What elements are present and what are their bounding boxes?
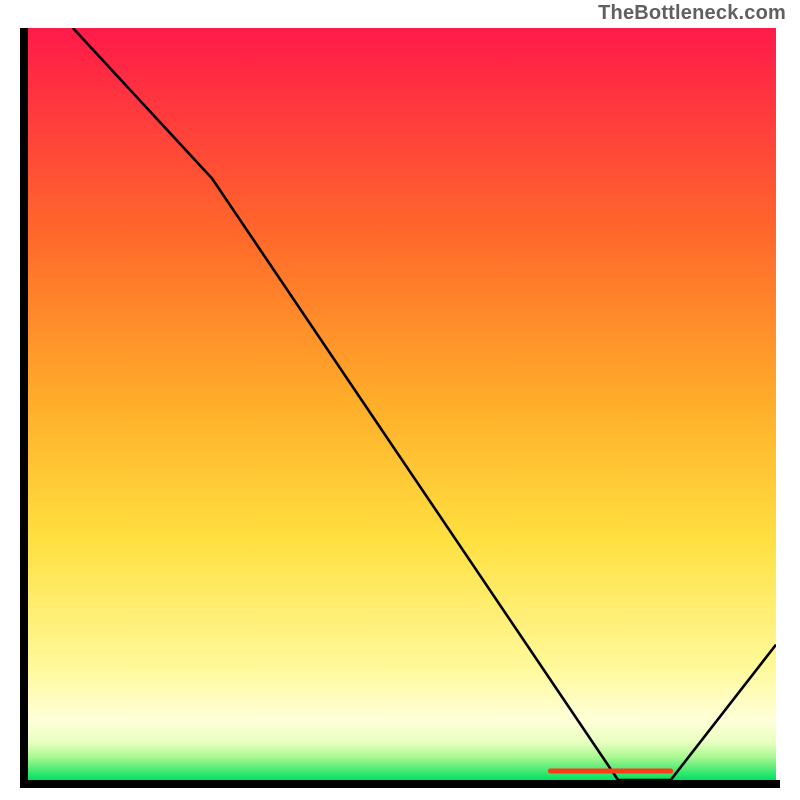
bottleneck-chart: [20, 28, 780, 788]
chart-background-gradient: [24, 28, 776, 780]
chart-svg: [20, 28, 780, 788]
attribution-text: TheBottleneck.com: [598, 2, 786, 25]
